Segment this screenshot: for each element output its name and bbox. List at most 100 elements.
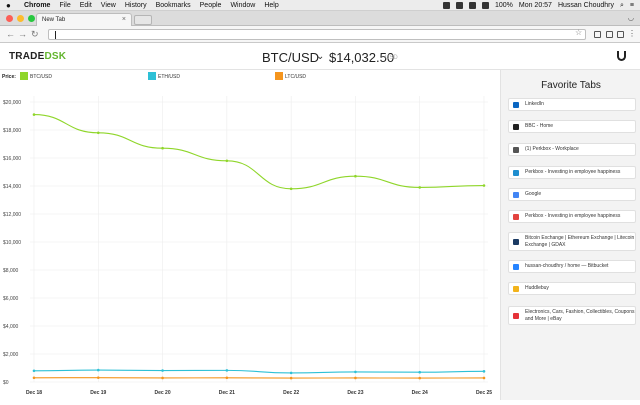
data-point-0[interactable] bbox=[290, 188, 293, 191]
sidebar-title: Favorite Tabs bbox=[501, 80, 640, 91]
workplace-icon bbox=[513, 147, 519, 153]
data-point-0[interactable] bbox=[226, 160, 229, 163]
favorite-tab-label: LinkedIn bbox=[525, 101, 544, 108]
address-bar[interactable] bbox=[48, 29, 586, 40]
data-point-2[interactable] bbox=[161, 377, 164, 380]
data-point-2[interactable] bbox=[226, 377, 229, 380]
app-header: TRADEDSK BTC/USD ⌄ $14,032.50 USD bbox=[0, 43, 640, 70]
menu-edit[interactable]: Edit bbox=[80, 2, 92, 9]
bookmark-star-icon[interactable]: ☆ bbox=[575, 28, 582, 37]
data-point-2[interactable] bbox=[418, 377, 421, 380]
data-point-1[interactable] bbox=[97, 369, 100, 372]
tab-new-tab[interactable]: New Tab × bbox=[36, 13, 132, 26]
minimize-window-icon[interactable] bbox=[17, 15, 24, 22]
forward-arrow-icon[interactable]: → bbox=[18, 29, 27, 39]
favorite-tab-item[interactable]: Google bbox=[508, 188, 636, 201]
tradedsk-logo: TRADEDSK bbox=[9, 51, 66, 62]
apple-icon[interactable]: ● bbox=[6, 1, 16, 10]
spotlight-icon[interactable]: ⌕ bbox=[620, 2, 624, 10]
reload-icon[interactable]: ↻ bbox=[31, 29, 39, 39]
favorite-tab-item[interactable]: BBC - Home bbox=[508, 120, 636, 133]
favorite-tab-item[interactable]: LinkedIn bbox=[508, 98, 636, 111]
data-point-1[interactable] bbox=[418, 371, 421, 374]
huddlebuy-icon bbox=[513, 286, 519, 292]
y-tick-label: $2,000 bbox=[3, 352, 19, 358]
favorite-tab-item[interactable]: Electronics, Cars, Fashion, Collectibles… bbox=[508, 306, 636, 325]
favorite-tab-item[interactable]: Bitcoin Exchange | Ethereum Exchange | L… bbox=[508, 232, 636, 251]
data-point-2[interactable] bbox=[483, 377, 486, 380]
data-point-1[interactable] bbox=[33, 370, 36, 373]
data-point-0[interactable] bbox=[418, 186, 421, 189]
pair-selector[interactable]: BTC/USD bbox=[262, 50, 319, 65]
x-tick-label: Dec 21 bbox=[219, 390, 235, 396]
menu-view[interactable]: View bbox=[101, 2, 116, 9]
favorite-tab-item[interactable]: Perkbox - Investing in employee happines… bbox=[508, 166, 636, 179]
data-point-0[interactable] bbox=[97, 132, 100, 135]
legend-label-1[interactable]: ETH/USD bbox=[158, 74, 180, 80]
data-point-2[interactable] bbox=[354, 377, 357, 380]
gdax-icon bbox=[513, 239, 519, 245]
chevron-down-icon[interactable]: ⌄ bbox=[316, 51, 324, 62]
tab-close-icon[interactable]: × bbox=[122, 16, 126, 23]
data-point-1[interactable] bbox=[483, 370, 486, 373]
volume-icon[interactable] bbox=[482, 2, 489, 9]
legend-label-0[interactable]: BTC/USD bbox=[30, 74, 52, 80]
x-tick-label: Dec 20 bbox=[155, 390, 171, 396]
ebay-icon bbox=[513, 313, 519, 319]
extension-icon[interactable] bbox=[456, 2, 463, 9]
favorite-tab-item[interactable]: Huddlebuy bbox=[508, 282, 636, 295]
perkbox-icon bbox=[513, 214, 519, 220]
data-point-1[interactable] bbox=[354, 371, 357, 374]
new-tab-button[interactable] bbox=[134, 15, 152, 25]
favorite-tab-item[interactable]: Perkbox - Investing in employee happines… bbox=[508, 210, 636, 223]
currency-tag: USD bbox=[385, 55, 398, 61]
user-menu-icon[interactable] bbox=[617, 51, 626, 61]
menu-window[interactable]: Window bbox=[230, 2, 255, 9]
legend-label-2[interactable]: LTC/USD bbox=[285, 74, 306, 80]
menubar-user[interactable]: Hussan Choudhry bbox=[558, 2, 614, 9]
data-point-0[interactable] bbox=[354, 175, 357, 178]
favorite-tab-item[interactable]: (1) Perkbox - Workplace bbox=[508, 143, 636, 156]
favorite-tab-item[interactable]: hussan-choudhry / home — Bitbucket bbox=[508, 260, 636, 273]
battery-percent[interactable]: 100% bbox=[495, 2, 513, 9]
menu-app-name[interactable]: Chrome bbox=[24, 2, 50, 9]
favorite-tab-label: Electronics, Cars, Fashion, Collectibles… bbox=[525, 309, 635, 323]
favorite-tab-label: Perkbox - Investing in employee happines… bbox=[525, 213, 620, 220]
legend-swatch-1[interactable] bbox=[148, 72, 156, 80]
data-point-1[interactable] bbox=[290, 372, 293, 375]
chrome-menu-icon[interactable]: ⋮ bbox=[628, 29, 636, 38]
legend-swatch-2[interactable] bbox=[275, 72, 283, 80]
extension-b-icon[interactable] bbox=[606, 31, 613, 38]
menu-people[interactable]: People bbox=[200, 2, 222, 9]
data-point-2[interactable] bbox=[290, 377, 293, 380]
legend-swatch-0[interactable] bbox=[20, 72, 28, 80]
google-icon bbox=[513, 192, 519, 198]
data-point-2[interactable] bbox=[33, 377, 36, 380]
x-tick-label: Dec 24 bbox=[412, 390, 428, 396]
data-point-1[interactable] bbox=[161, 369, 164, 372]
extension-a-icon[interactable] bbox=[594, 31, 601, 38]
menu-history[interactable]: History bbox=[125, 2, 147, 9]
close-window-icon[interactable] bbox=[6, 15, 13, 22]
data-point-0[interactable] bbox=[161, 147, 164, 150]
favorite-tab-label: (1) Perkbox - Workplace bbox=[525, 146, 579, 153]
notifications-icon[interactable]: ≡ bbox=[630, 2, 634, 9]
menu-file[interactable]: File bbox=[59, 2, 70, 9]
y-tick-label: $18,000 bbox=[3, 128, 21, 134]
menu-help[interactable]: Help bbox=[264, 2, 278, 9]
profile-icon[interactable]: ◡ bbox=[628, 14, 634, 22]
data-point-0[interactable] bbox=[483, 184, 486, 187]
data-point-1[interactable] bbox=[226, 369, 229, 372]
back-arrow-icon[interactable]: ← bbox=[6, 29, 15, 39]
data-point-2[interactable] bbox=[97, 376, 100, 379]
menu-bookmarks[interactable]: Bookmarks bbox=[156, 2, 191, 9]
dropbox-icon[interactable] bbox=[443, 2, 450, 9]
menubar-clock[interactable]: Mon 20:57 bbox=[519, 2, 552, 9]
wifi-icon[interactable] bbox=[469, 2, 476, 9]
zoom-window-icon[interactable] bbox=[28, 15, 35, 22]
y-tick-label: $14,000 bbox=[3, 184, 21, 190]
extension-c-icon[interactable] bbox=[617, 31, 624, 38]
y-tick-label: $10,000 bbox=[3, 240, 21, 246]
data-point-0[interactable] bbox=[33, 113, 36, 116]
mac-menubar: ● Chrome File Edit View History Bookmark… bbox=[0, 0, 640, 11]
